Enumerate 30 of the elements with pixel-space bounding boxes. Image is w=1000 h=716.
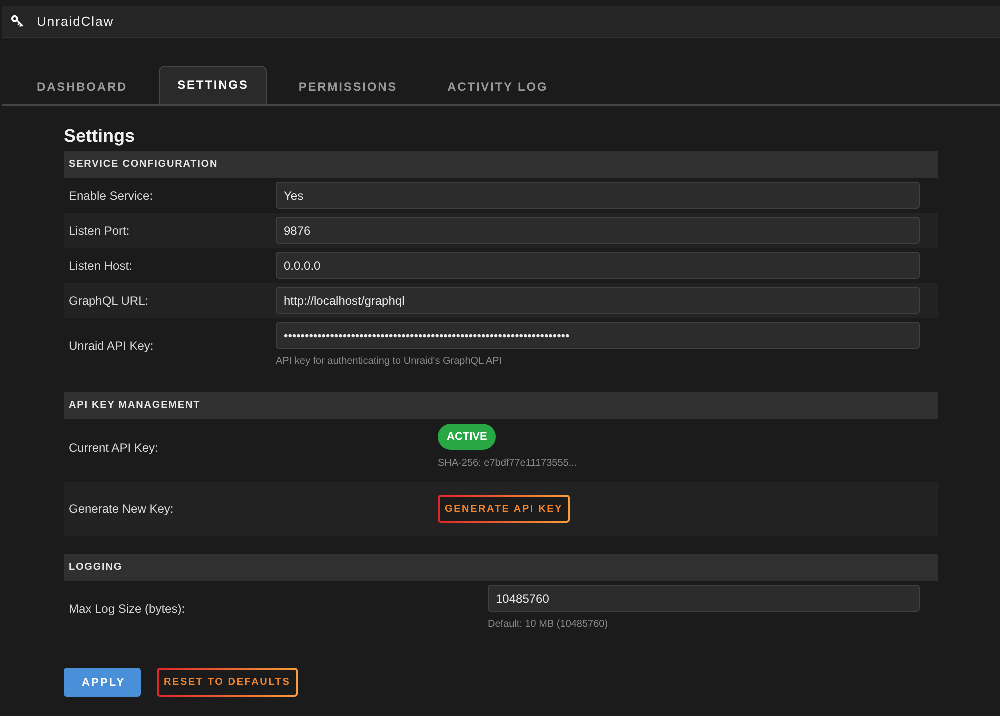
status-badge: ACTIVE <box>438 424 496 450</box>
field-label: Current API Key: <box>69 441 160 455</box>
key-icon <box>11 15 24 28</box>
tab[interactable]: ACTIVITY LOG <box>428 66 566 104</box>
help-text: Default: 10 MB (10485760) <box>488 619 608 630</box>
text-field[interactable]: 0.0.0.0 <box>276 252 920 279</box>
generate-key-button[interactable]: GENERATE API KEY <box>438 495 570 523</box>
text-field[interactable]: http://localhost/graphql <box>276 287 920 314</box>
field-label: Listen Port: <box>69 224 131 238</box>
section-header: SERVICE CONFIGURATION <box>64 151 938 178</box>
help-text: API key for authenticating to Unraid's GraphQL API <box>276 356 502 367</box>
text-field[interactable]: •••••••••••••••••••••••••••••••••••••••••••••••••••••••••••••••••••• <box>276 322 920 349</box>
text-field[interactable]: 9876 <box>276 217 920 244</box>
field-label: Generate New Key: <box>69 502 175 516</box>
help-text: SHA-256: e7bdf77e11173555... <box>438 458 578 469</box>
tab[interactable]: DASHBOARD <box>18 66 146 104</box>
tab[interactable]: SETTINGS <box>158 66 267 104</box>
field-label: Enable Service: <box>69 188 154 202</box>
tab[interactable]: PERMISSIONS <box>280 66 416 104</box>
section-header: API KEY MANAGEMENT <box>64 392 938 419</box>
field-label: Unraid API Key: <box>69 339 155 353</box>
text-field[interactable]: 10485760 <box>488 585 920 612</box>
field-label: GraphQL URL: <box>69 294 150 308</box>
section-header: LOGGING <box>64 554 938 581</box>
reset-button[interactable]: RESET TO DEFAULTS <box>157 668 298 697</box>
field-label: Max Log Size (bytes): <box>69 602 186 616</box>
page-heading: Settings <box>64 125 136 148</box>
field-label: Listen Host: <box>69 258 134 272</box>
text-field[interactable]: Yes <box>276 182 920 209</box>
app-title: UnraidClaw <box>37 14 114 29</box>
